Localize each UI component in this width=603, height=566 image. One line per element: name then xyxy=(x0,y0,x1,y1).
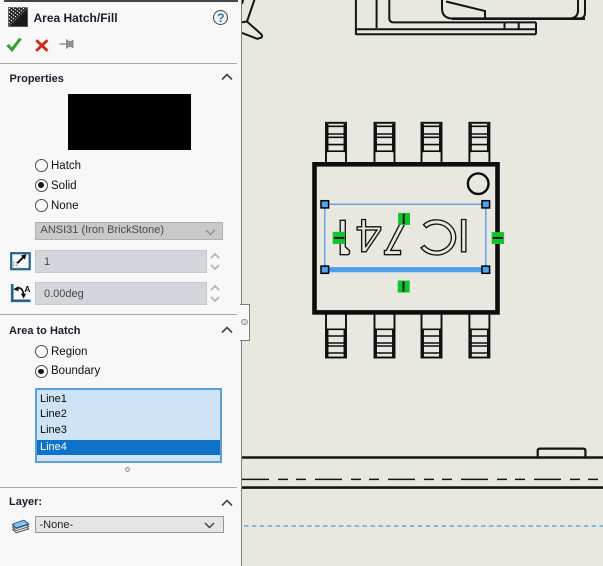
svg-text:A: A xyxy=(24,284,30,294)
